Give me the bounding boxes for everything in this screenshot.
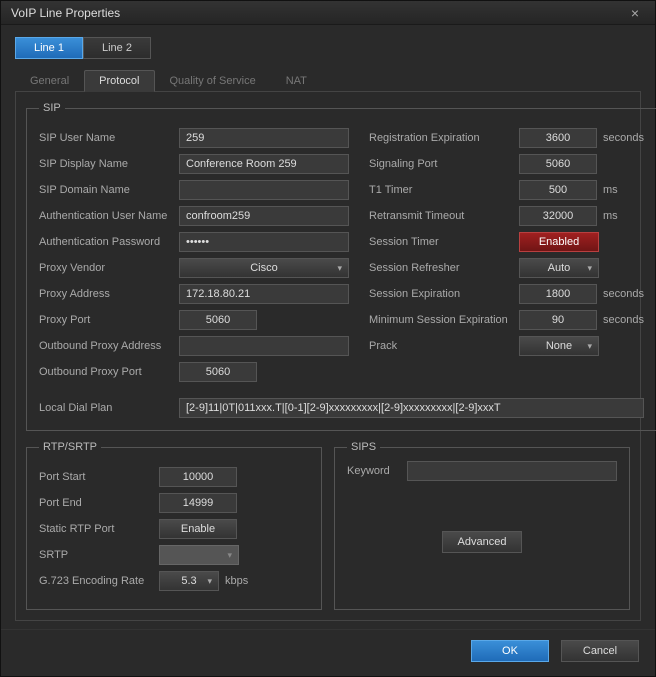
cancel-button[interactable]: Cancel	[561, 640, 639, 662]
label-keyword: Keyword	[347, 465, 407, 477]
label-port-start: Port Start	[39, 471, 159, 483]
g723-value: 5.3	[181, 575, 196, 587]
tab-line-2[interactable]: Line 2	[83, 37, 151, 59]
session-refresher-value: Auto	[548, 262, 571, 274]
unit-seconds-3: seconds	[603, 314, 644, 326]
session-exp-input[interactable]	[519, 284, 597, 304]
voip-properties-window: VoIP Line Properties × Line 1 Line 2 Gen…	[0, 0, 656, 677]
rtp-group: RTP/SRTP Port Start Port End Static RTP …	[26, 441, 322, 610]
label-port-end: Port End	[39, 497, 159, 509]
port-end-input[interactable]	[159, 493, 237, 513]
label-proxy-vendor: Proxy Vendor	[39, 262, 179, 274]
outbound-port-input[interactable]	[179, 362, 257, 382]
session-timer-value: Enabled	[539, 236, 579, 248]
label-prack: Prack	[369, 340, 519, 352]
label-static-rtp: Static RTP Port	[39, 523, 159, 535]
proxy-vendor-value: Cisco	[250, 262, 278, 274]
sips-group: SIPS Keyword Advanced	[334, 441, 630, 610]
label-t1: T1 Timer	[369, 184, 519, 196]
tab-protocol[interactable]: Protocol	[84, 70, 154, 92]
rtp-legend: RTP/SRTP	[39, 441, 101, 453]
advanced-button[interactable]: Advanced	[442, 531, 522, 553]
auth-user-input[interactable]	[179, 206, 349, 226]
sips-legend: SIPS	[347, 441, 380, 453]
label-min-session: Minimum Session Expiration	[369, 314, 519, 326]
label-outbound-port: Outbound Proxy Port	[39, 366, 179, 378]
keyword-input[interactable]	[407, 461, 617, 481]
prack-select[interactable]: None	[519, 336, 599, 356]
tab-general[interactable]: General	[15, 70, 84, 92]
proxy-addr-input[interactable]	[179, 284, 349, 304]
unit-ms-1: ms	[603, 184, 618, 196]
t1-input[interactable]	[519, 180, 597, 200]
advanced-label: Advanced	[458, 536, 507, 548]
session-timer-button[interactable]: Enabled	[519, 232, 599, 252]
line-tabs: Line 1 Line 2	[15, 37, 641, 59]
unit-ms-2: ms	[603, 210, 618, 222]
sig-port-input[interactable]	[519, 154, 597, 174]
tab-line-1[interactable]: Line 1	[15, 37, 83, 59]
tab-nat[interactable]: NAT	[271, 70, 322, 92]
label-proxy-addr: Proxy Address	[39, 288, 179, 300]
label-retransmit: Retransmit Timeout	[369, 210, 519, 222]
retransmit-input[interactable]	[519, 206, 597, 226]
close-icon[interactable]: ×	[625, 3, 645, 23]
ok-button[interactable]: OK	[471, 640, 549, 662]
proxy-port-input[interactable]	[179, 310, 257, 330]
static-rtp-button[interactable]: Enable	[159, 519, 237, 539]
label-outbound-addr: Outbound Proxy Address	[39, 340, 179, 352]
reg-exp-input[interactable]	[519, 128, 597, 148]
label-g723: G.723 Encoding Rate	[39, 575, 159, 587]
static-rtp-value: Enable	[181, 523, 215, 535]
label-sip-user: SIP User Name	[39, 132, 179, 144]
sip-display-name-input[interactable]	[179, 154, 349, 174]
label-session-exp: Session Expiration	[369, 288, 519, 300]
label-dial-plan: Local Dial Plan	[39, 402, 179, 414]
label-session-timer: Session Timer	[369, 236, 519, 248]
label-proxy-port: Proxy Port	[39, 314, 179, 326]
titlebar: VoIP Line Properties ×	[1, 1, 655, 25]
sip-domain-name-input[interactable]	[179, 180, 349, 200]
dial-plan-input[interactable]	[179, 398, 644, 418]
label-auth-pass: Authentication Password	[39, 236, 179, 248]
auth-pass-input[interactable]	[179, 232, 349, 252]
protocol-panel: SIP SIP User Name SIP Display Name SIP D…	[15, 92, 641, 621]
footer: OK Cancel	[1, 629, 655, 676]
sip-user-name-input[interactable]	[179, 128, 349, 148]
prack-value: None	[546, 340, 572, 352]
sip-legend: SIP	[39, 102, 65, 114]
tab-qos[interactable]: Quality of Service	[155, 70, 271, 92]
label-reg-exp: Registration Expiration	[369, 132, 519, 144]
label-session-refresher: Session Refresher	[369, 262, 519, 274]
outbound-addr-input[interactable]	[179, 336, 349, 356]
port-start-input[interactable]	[159, 467, 237, 487]
label-auth-user: Authentication User Name	[39, 210, 179, 222]
g723-select[interactable]: 5.3	[159, 571, 219, 591]
srtp-select[interactable]	[159, 545, 239, 565]
sip-group: SIP SIP User Name SIP Display Name SIP D…	[26, 102, 656, 431]
window-title: VoIP Line Properties	[11, 6, 625, 20]
label-sip-domain: SIP Domain Name	[39, 184, 179, 196]
content-area: Line 1 Line 2 General Protocol Quality o…	[1, 25, 655, 629]
proxy-vendor-select[interactable]: Cisco	[179, 258, 349, 278]
session-refresher-select[interactable]: Auto	[519, 258, 599, 278]
unit-seconds-1: seconds	[603, 132, 644, 144]
unit-kbps: kbps	[225, 575, 248, 587]
label-sig-port: Signaling Port	[369, 158, 519, 170]
unit-seconds-2: seconds	[603, 288, 644, 300]
label-srtp: SRTP	[39, 549, 159, 561]
min-session-input[interactable]	[519, 310, 597, 330]
sub-tabs: General Protocol Quality of Service NAT	[15, 69, 641, 92]
label-sip-display: SIP Display Name	[39, 158, 179, 170]
